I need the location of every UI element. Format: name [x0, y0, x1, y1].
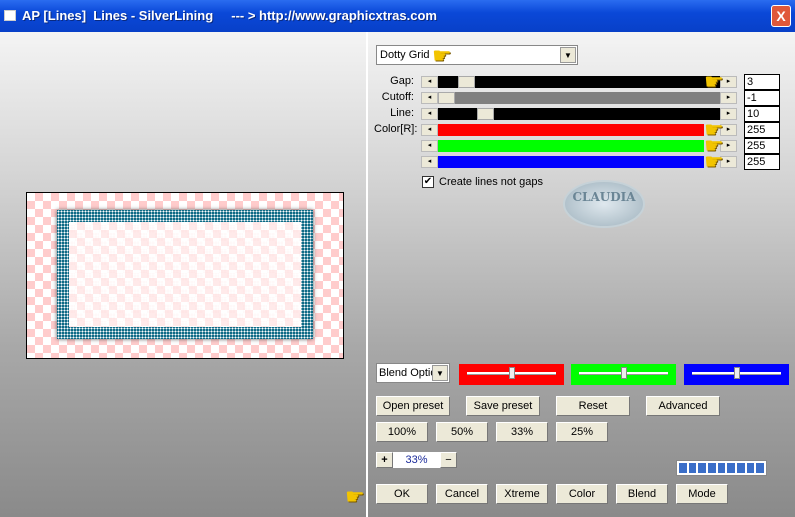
action-cancel-button[interactable]: Cancel — [436, 484, 488, 504]
panel-divider — [366, 32, 368, 517]
action-blend-button[interactable]: Blend — [616, 484, 668, 504]
slider-track[interactable] — [438, 76, 720, 88]
window-title: AP [Lines] Lines - SilverLining --- > ht… — [22, 8, 437, 23]
preview-frame — [57, 210, 313, 339]
preset-advanced-button[interactable]: Advanced — [646, 396, 720, 416]
title-bar: AP [Lines] Lines - SilverLining --- > ht… — [0, 0, 795, 32]
chevron-down-icon[interactable]: ▼ — [560, 47, 576, 63]
slider-label: Gap: — [390, 75, 414, 87]
slider-value[interactable]: 255 — [744, 122, 780, 138]
pointer-hand-icon: ☛ — [704, 69, 724, 94]
slider-right-arrow[interactable]: ▸ — [720, 92, 737, 104]
blend-slider[interactable] — [571, 364, 676, 385]
slider-left-arrow[interactable]: ◂ — [421, 140, 438, 152]
slider-value[interactable]: -1 — [744, 90, 780, 106]
slider-left-arrow[interactable]: ◂ — [421, 124, 438, 136]
chevron-down-icon[interactable]: ▼ — [432, 365, 448, 381]
slider-label: Cutoff: — [381, 91, 414, 103]
zoom-100--button[interactable]: 100% — [376, 422, 428, 442]
slider-left-arrow[interactable]: ◂ — [421, 156, 438, 168]
filter-dropdown[interactable]: Dotty Grid ▼ — [376, 45, 578, 65]
zoom-25--button[interactable]: 25% — [556, 422, 608, 442]
zoom-50--button[interactable]: 50% — [436, 422, 488, 442]
preset-open-preset-button[interactable]: Open preset — [376, 396, 450, 416]
preview-image — [26, 192, 344, 359]
slider-track[interactable] — [438, 124, 704, 136]
preset-reset-button[interactable]: Reset — [556, 396, 630, 416]
blend-options-select[interactable]: Blend Optio ▼ — [376, 363, 450, 383]
filter-selected: Dotty Grid — [380, 49, 430, 61]
action-mode-button[interactable]: Mode — [676, 484, 728, 504]
zoom-field[interactable]: 33% — [393, 452, 440, 468]
blend-slider[interactable] — [459, 364, 564, 385]
slider-thumb[interactable] — [621, 367, 627, 379]
create-lines-checkbox[interactable]: ✔ — [422, 176, 434, 188]
slider-thumb[interactable] — [477, 108, 494, 120]
blend-slider[interactable] — [684, 364, 789, 385]
slider-thumb[interactable] — [438, 92, 455, 104]
pointer-hand-icon: ☛ — [345, 484, 365, 509]
slider-value[interactable]: 3 — [744, 74, 780, 90]
slider-thumb[interactable] — [458, 76, 475, 88]
slider-left-arrow[interactable]: ◂ — [421, 108, 438, 120]
slider-left-arrow[interactable]: ◂ — [421, 92, 438, 104]
slider-track[interactable] — [438, 92, 720, 104]
slider-thumb[interactable] — [509, 367, 515, 379]
slider-label: Color[R]: — [374, 123, 418, 135]
slider-track[interactable] — [438, 108, 720, 120]
slider-value[interactable]: 10 — [744, 106, 780, 122]
blend-options-value: Blend Optio — [379, 367, 437, 379]
slider-value[interactable]: 255 — [744, 138, 780, 154]
slider-thumb[interactable] — [734, 367, 740, 379]
preset-save-preset-button[interactable]: Save preset — [466, 396, 540, 416]
create-lines-label: Create lines not gaps — [439, 176, 543, 188]
close-button[interactable]: X — [771, 5, 791, 27]
zoom-33--button[interactable]: 33% — [496, 422, 548, 442]
slider-value[interactable]: 255 — [744, 154, 780, 170]
window-icon — [4, 10, 16, 21]
zoom-in-button[interactable]: + — [376, 452, 393, 468]
pointer-hand-icon: ☛ — [432, 43, 452, 68]
slider-track[interactable] — [438, 140, 704, 152]
action-color-button[interactable]: Color — [556, 484, 608, 504]
zoom-out-button[interactable]: − — [440, 452, 457, 468]
action-ok-button[interactable]: OK — [376, 484, 428, 504]
claudia-logo: CLAUDIA — [563, 180, 645, 228]
slider-label: Line: — [390, 107, 414, 119]
progress-indicator — [676, 460, 767, 476]
slider-track[interactable] — [438, 156, 704, 168]
slider-left-arrow[interactable]: ◂ — [421, 76, 438, 88]
pointer-hand-icon: ☛ — [704, 149, 724, 174]
action-xtreme-button[interactable]: Xtreme — [496, 484, 548, 504]
